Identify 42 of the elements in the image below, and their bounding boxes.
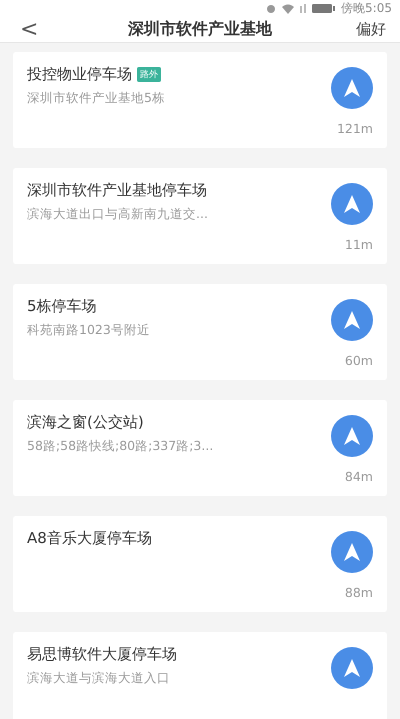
signal-icon xyxy=(300,4,306,13)
place-name: 5栋停车场 xyxy=(27,297,97,316)
battery-icon xyxy=(312,4,336,13)
place-address: 科苑南路1023号附近 xyxy=(27,322,150,339)
place-name: 深圳市软件产业基地停车场 xyxy=(27,181,207,200)
navigation-arrow-icon xyxy=(344,659,360,677)
navigate-button[interactable] xyxy=(331,183,373,225)
navigation-arrow-icon xyxy=(344,311,360,329)
distance-text: 11m xyxy=(344,237,373,252)
navigate-button[interactable] xyxy=(331,647,373,689)
distance-text: 60m xyxy=(344,353,373,368)
place-name: 投控物业停车场 xyxy=(27,65,132,84)
place-address: 深圳市软件产业基地5栋 xyxy=(27,90,165,107)
navigation-arrow-icon xyxy=(344,79,360,97)
place-tag: 路外 xyxy=(137,67,161,82)
distance-text: 84m xyxy=(344,469,373,484)
navigation-arrow-icon xyxy=(344,543,360,561)
navigate-button[interactable] xyxy=(331,531,373,573)
place-name: 滨海之窗(公交站) xyxy=(27,413,144,432)
place-card[interactable]: 5栋停车场 科苑南路1023号附近 60m xyxy=(13,284,387,380)
preferences-button[interactable]: 偏好 xyxy=(356,20,386,39)
wifi-icon xyxy=(282,4,294,14)
place-card[interactable]: 滨海之窗(公交站) 58路;58路快线;80路;337路;3... 84m xyxy=(13,400,387,496)
distance-text: 88m xyxy=(344,585,373,600)
navigate-button[interactable] xyxy=(331,299,373,341)
place-address: 滨海大道与滨海大道入口 xyxy=(27,670,171,687)
distance-text: 121m xyxy=(336,121,373,136)
place-card[interactable]: 易思博软件大厦停车场 滨海大道与滨海大道入口 xyxy=(13,632,387,719)
navigation-arrow-icon xyxy=(344,195,360,213)
place-address: 58路;58路快线;80路;337路;3... xyxy=(27,438,214,455)
place-name: 易思博软件大厦停车场 xyxy=(27,645,177,664)
navigate-button[interactable] xyxy=(331,67,373,109)
status-time: 傍晚5:05 xyxy=(341,0,392,17)
place-card[interactable]: 深圳市软件产业基地停车场 滨海大道出口与高新南九道交... 11m xyxy=(13,168,387,264)
navigate-button[interactable] xyxy=(331,415,373,457)
place-card[interactable]: 投控物业停车场 路外 深圳市软件产业基地5栋 121m xyxy=(13,52,387,148)
place-address: 滨海大道出口与高新南九道交... xyxy=(27,206,208,223)
back-button[interactable]: < xyxy=(14,17,44,42)
navigation-arrow-icon xyxy=(344,427,360,445)
place-card[interactable]: A8音乐大厦停车场 88m xyxy=(13,516,387,612)
place-name: A8音乐大厦停车场 xyxy=(27,529,152,548)
page-title: 深圳市软件产业基地 xyxy=(128,19,272,40)
